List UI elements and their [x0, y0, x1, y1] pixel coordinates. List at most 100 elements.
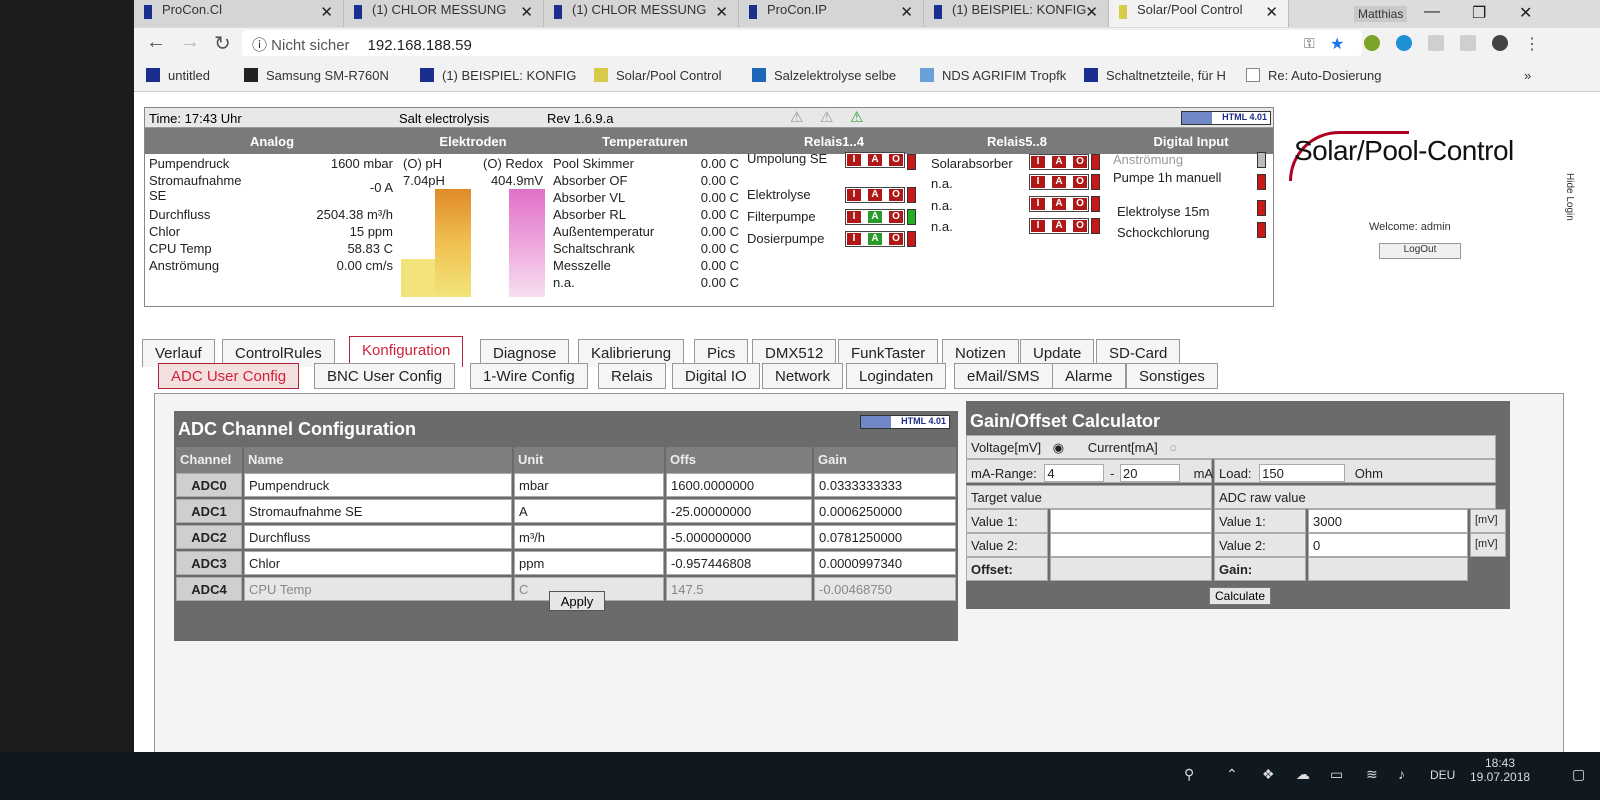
current-radio[interactable]: ○	[1169, 440, 1177, 455]
skype-icon[interactable]	[1396, 35, 1412, 51]
close-icon[interactable]: ✕	[1265, 3, 1278, 21]
subtab-digital-io[interactable]: Digital IO	[672, 363, 760, 389]
target-value1-input[interactable]	[1050, 509, 1212, 533]
gain-input[interactable]: 0.0333333333	[814, 473, 956, 497]
subtab-email-sms[interactable]: eMail/SMS	[954, 363, 1053, 389]
subtab-adc-user-config[interactable]: ADC User Config	[158, 363, 300, 389]
name-input[interactable]: Durchfluss	[244, 525, 512, 549]
bookmark-item[interactable]: NDS AGRIFIM Tropfk	[920, 68, 1066, 83]
unit-input[interactable]: m³/h	[514, 525, 664, 549]
logout-button[interactable]: LogOut	[1379, 243, 1461, 259]
voltage-radio[interactable]: ◉	[1053, 440, 1064, 455]
hide-login-toggle[interactable]: Hide Login	[1559, 173, 1575, 303]
people-icon[interactable]: ⚲	[1184, 766, 1194, 783]
reload-icon[interactable]: ↻	[214, 31, 231, 56]
bookmark-item[interactable]: Schaltnetzteile, für H	[1084, 68, 1226, 83]
status-header: Time: 17:43 Uhr Salt electrolysis Rev 1.…	[144, 107, 1274, 307]
chevron-up-icon[interactable]: ⌃	[1226, 766, 1238, 783]
browser-tab[interactable]: (1) BEISPIEL: KONFIG ✕	[924, 0, 1109, 27]
range-from-input[interactable]: 4	[1044, 464, 1105, 482]
offs-input[interactable]: -25.00000000	[666, 499, 812, 523]
close-window-icon[interactable]: ✕	[1519, 3, 1532, 23]
bookmark-item[interactable]: (1) BEISPIEL: KONFIG	[420, 68, 576, 83]
bookmark-item[interactable]: Samsung SM-R760N	[244, 68, 389, 83]
menu-icon[interactable]: ⋮	[1524, 34, 1540, 54]
offs-input[interactable]: -5.000000000	[666, 525, 812, 549]
offs-input[interactable]: -0.957446808	[666, 551, 812, 575]
notification-icon[interactable]: ▢	[1572, 766, 1585, 783]
taskbar-clock[interactable]: 18:43 19.07.2018	[1470, 756, 1530, 784]
relay-switch[interactable]: IAO	[1029, 154, 1089, 170]
close-icon[interactable]: ✕	[320, 3, 333, 21]
info-icon[interactable]: ⓘ	[252, 37, 271, 54]
close-icon[interactable]: ✕	[900, 3, 913, 21]
raw-value2-input[interactable]: 0	[1308, 533, 1468, 557]
close-icon[interactable]: ✕	[715, 3, 728, 21]
apply-button[interactable]: Apply	[549, 591, 605, 611]
subtab-1wire-config[interactable]: 1-Wire Config	[470, 363, 588, 389]
name-input[interactable]: Chlor	[244, 551, 512, 575]
onedrive-icon[interactable]: ☁	[1296, 766, 1310, 783]
subtab-bnc-user-config[interactable]: BNC User Config	[314, 363, 456, 389]
extension-icon[interactable]	[1428, 35, 1444, 51]
extension-icon[interactable]	[1460, 35, 1476, 51]
ma-range-row: mA-Range: 4 - 20 mA	[966, 459, 1213, 483]
relay-status-led	[907, 231, 916, 247]
range-to-input[interactable]: 20	[1119, 464, 1180, 482]
wifi-icon[interactable]: ≋	[1366, 766, 1378, 783]
profile-name[interactable]: Matthias	[1354, 6, 1408, 22]
more-bookmarks-icon[interactable]: »	[1524, 68, 1531, 83]
browser-tab[interactable]: (1) CHLOR MESSUNG ✕	[344, 0, 544, 27]
relay-switch[interactable]: IAO	[1029, 218, 1089, 234]
star-icon[interactable]: ★	[1330, 34, 1344, 54]
relay-switch[interactable]: IAO	[845, 152, 905, 168]
name-input[interactable]: Stromaufnahme SE	[244, 499, 512, 523]
bookmark-item[interactable]: Salzelektrolyse selbe	[752, 68, 896, 83]
extension-icon[interactable]	[1364, 35, 1380, 51]
browser-tab[interactable]: ProCon.IP ✕	[739, 0, 924, 27]
battery-icon[interactable]: ▭	[1330, 766, 1343, 783]
name-input[interactable]: Pumpendruck	[244, 473, 512, 497]
raw-value1-input[interactable]: 3000	[1308, 509, 1468, 533]
back-icon[interactable]: ←	[146, 31, 166, 54]
dropbox-icon[interactable]: ❖	[1262, 766, 1275, 783]
unit-input[interactable]: mbar	[514, 473, 664, 497]
close-icon[interactable]: ✕	[520, 3, 533, 21]
subtab-relais[interactable]: Relais	[598, 363, 666, 389]
relay-switch[interactable]: IAO	[845, 187, 905, 203]
browser-tab[interactable]: (1) CHLOR MESSUNG ✕	[544, 0, 739, 27]
subtab-network[interactable]: Network	[762, 363, 844, 389]
offs-input[interactable]: 1600.0000000	[666, 473, 812, 497]
subtab-logindaten[interactable]: Logindaten	[846, 363, 947, 389]
url-field[interactable]: ⓘ Nicht sicher 192.168.188.59	[242, 30, 1362, 56]
gain-input[interactable]: 0.0000997340	[814, 551, 956, 575]
close-icon[interactable]: ✕	[1085, 3, 1098, 21]
gain-input-disabled: -0.00468750	[814, 577, 956, 601]
sync-icon[interactable]	[1492, 35, 1508, 51]
forward-icon[interactable]: →	[180, 31, 200, 54]
relay-switch[interactable]: IAO	[845, 231, 905, 247]
subtab-alarme[interactable]: Alarme	[1052, 363, 1126, 389]
language-indicator[interactable]: DEU	[1430, 768, 1455, 782]
favicon-icon	[749, 5, 757, 19]
browser-tab[interactable]: ProCon.Cl ✕	[134, 0, 344, 27]
key-icon[interactable]: ⚿	[1304, 35, 1315, 52]
load-input[interactable]: 150	[1259, 464, 1346, 482]
bookmark-item[interactable]: Re: Auto-Dosierung	[1246, 68, 1381, 83]
volume-icon[interactable]: ♪	[1398, 766, 1405, 782]
relay-switch[interactable]: IAO	[1029, 196, 1089, 212]
target-value2-input[interactable]	[1050, 533, 1212, 557]
unit-input[interactable]: ppm	[514, 551, 664, 575]
gain-input[interactable]: 0.0006250000	[814, 499, 956, 523]
bookmark-item[interactable]: Solar/Pool Control	[594, 68, 722, 83]
bookmark-item[interactable]: untitled	[146, 68, 210, 83]
minimize-icon[interactable]: —	[1424, 3, 1440, 21]
subtab-sonstiges[interactable]: Sonstiges	[1126, 363, 1218, 389]
unit-input[interactable]: A	[514, 499, 664, 523]
maximize-icon[interactable]: ❐	[1472, 3, 1486, 23]
relay-switch[interactable]: IAO	[1029, 174, 1089, 190]
gain-input[interactable]: 0.0781250000	[814, 525, 956, 549]
browser-tab-active[interactable]: Solar/Pool Control ✕	[1109, 0, 1289, 27]
calculate-button[interactable]: Calculate	[1209, 587, 1271, 605]
relay-switch[interactable]: IAO	[845, 209, 905, 225]
